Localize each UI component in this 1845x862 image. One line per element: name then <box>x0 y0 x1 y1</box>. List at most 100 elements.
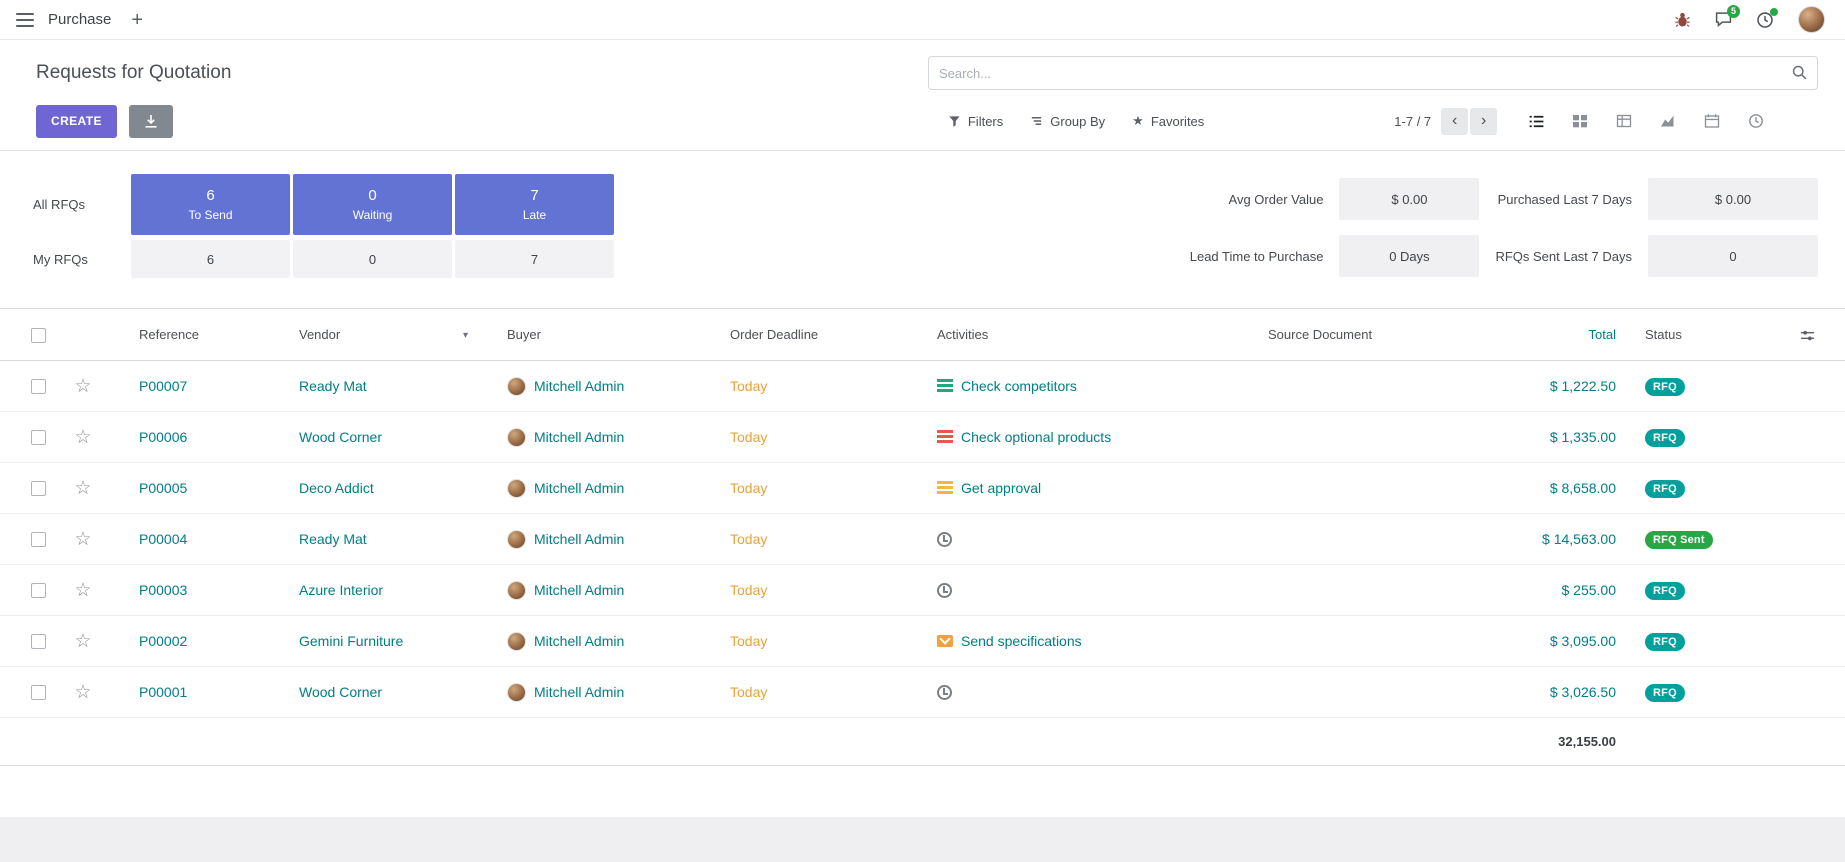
optional-columns-icon[interactable] <box>1800 326 1815 341</box>
activity-label[interactable]: Check competitors <box>961 378 1077 394</box>
graph-view-icon[interactable] <box>1653 106 1683 136</box>
buyer-link[interactable]: Mitchell Admin <box>534 582 624 598</box>
vendor-link[interactable]: Ready Mat <box>299 378 367 394</box>
row-checkbox[interactable] <box>31 634 46 649</box>
search-input[interactable] <box>928 56 1818 90</box>
activities-clock-icon[interactable] <box>1756 11 1774 29</box>
select-all-checkbox[interactable] <box>31 328 46 343</box>
reference-link[interactable]: P00006 <box>139 429 187 445</box>
pivot-view-icon[interactable] <box>1609 106 1639 136</box>
all-rfqs-filter[interactable]: All RFQs <box>33 174 128 235</box>
vendor-link[interactable]: Gemini Furniture <box>299 633 403 649</box>
vendor-link[interactable]: Deco Addict <box>299 480 374 496</box>
column-header-vendor[interactable]: Vendor ▾ <box>298 309 506 361</box>
pager-previous-button[interactable]: ‹ <box>1441 108 1468 135</box>
row-checkbox[interactable] <box>31 583 46 598</box>
buyer-link[interactable]: Mitchell Admin <box>534 684 624 700</box>
activity-label[interactable]: Send specifications <box>961 633 1082 649</box>
reference-link[interactable]: P00003 <box>139 582 187 598</box>
kanban-view-icon[interactable] <box>1565 106 1595 136</box>
reference-link[interactable]: P00002 <box>139 633 187 649</box>
row-checkbox[interactable] <box>31 481 46 496</box>
column-header-reference[interactable]: Reference <box>106 309 298 361</box>
table-row[interactable]: ☆ P00006 Wood Corner Mitchell Admin Toda… <box>0 412 1845 463</box>
row-checkbox[interactable] <box>31 685 46 700</box>
activity-icon[interactable] <box>937 379 953 392</box>
activity-icon[interactable] <box>937 635 953 647</box>
column-header-status[interactable]: Status <box>1628 309 1770 361</box>
dashboard-clock-view-icon[interactable] <box>1741 106 1771 136</box>
favorite-star-icon[interactable]: ☆ <box>74 529 91 550</box>
app-name[interactable]: Purchase <box>48 11 111 28</box>
table-row[interactable]: ☆ P00005 Deco Addict Mitchell Admin Toda… <box>0 463 1845 514</box>
list-view-icon[interactable] <box>1521 106 1551 136</box>
debug-bug-icon[interactable] <box>1674 11 1691 28</box>
filters-button[interactable]: Filters <box>948 114 1003 129</box>
plus-icon[interactable]: + <box>131 10 143 30</box>
column-header-source-document[interactable]: Source Document <box>1267 309 1483 361</box>
favorite-star-icon[interactable]: ☆ <box>74 580 91 601</box>
reference-link[interactable]: P00005 <box>139 480 187 496</box>
table-row[interactable]: ☆ P00001 Wood Corner Mitchell Admin Toda… <box>0 667 1845 718</box>
apps-menu-icon[interactable] <box>16 13 34 27</box>
buyer-link[interactable]: Mitchell Admin <box>534 633 624 649</box>
favorite-star-icon[interactable]: ☆ <box>74 631 91 652</box>
reference-link[interactable]: P00007 <box>139 378 187 394</box>
search-icon[interactable] <box>1791 64 1808 81</box>
table-row[interactable]: ☆ P00004 Ready Mat Mitchell Admin Today … <box>0 514 1845 565</box>
favorite-star-icon[interactable]: ☆ <box>74 478 91 499</box>
buyer-link[interactable]: Mitchell Admin <box>534 531 624 547</box>
avg-order-value[interactable]: $ 0.00 <box>1339 178 1479 220</box>
tile-late[interactable]: 7 Late <box>455 174 614 235</box>
messages-icon[interactable]: 5 <box>1715 11 1732 28</box>
my-to-send-count[interactable]: 6 <box>131 240 290 278</box>
column-header-activities[interactable]: Activities <box>936 309 1267 361</box>
table-row[interactable]: ☆ P00007 Ready Mat Mitchell Admin Today … <box>0 361 1845 412</box>
create-button[interactable]: CREATE <box>36 105 117 138</box>
activity-icon[interactable] <box>937 532 952 547</box>
export-button[interactable] <box>129 105 173 138</box>
group-by-button[interactable]: Group By <box>1030 114 1105 129</box>
table-row[interactable]: ☆ P00002 Gemini Furniture Mitchell Admin… <box>0 616 1845 667</box>
activity-icon[interactable] <box>937 430 953 443</box>
sort-chevron-down-icon: ▾ <box>463 330 468 341</box>
favorite-star-icon[interactable]: ☆ <box>74 427 91 448</box>
favorite-star-icon[interactable]: ☆ <box>74 376 91 397</box>
lead-time-value[interactable]: 0 Days <box>1339 235 1479 277</box>
row-checkbox[interactable] <box>31 379 46 394</box>
reference-link[interactable]: P00004 <box>139 531 187 547</box>
rfqs-sent-last-7-days[interactable]: 0 <box>1648 235 1818 277</box>
tile-waiting[interactable]: 0 Waiting <box>293 174 452 235</box>
column-header-total[interactable]: Total <box>1483 309 1628 361</box>
favorites-button[interactable]: ★ Favorites <box>1132 113 1204 129</box>
reference-link[interactable]: P00001 <box>139 684 187 700</box>
table-row[interactable]: ☆ P00003 Azure Interior Mitchell Admin T… <box>0 565 1845 616</box>
activity-icon[interactable] <box>937 583 952 598</box>
vendor-link[interactable]: Azure Interior <box>299 582 383 598</box>
column-header-order-deadline[interactable]: Order Deadline <box>729 309 936 361</box>
buyer-link[interactable]: Mitchell Admin <box>534 480 624 496</box>
source-document <box>1267 565 1483 616</box>
tile-to-send[interactable]: 6 To Send <box>131 174 290 235</box>
pager-next-button[interactable]: › <box>1470 108 1497 135</box>
column-header-buyer[interactable]: Buyer <box>506 309 729 361</box>
purchased-last-7-days[interactable]: $ 0.00 <box>1648 178 1818 220</box>
activity-label[interactable]: Check optional products <box>961 429 1111 445</box>
my-rfqs-filter[interactable]: My RFQs <box>33 240 128 278</box>
calendar-view-icon[interactable] <box>1697 106 1727 136</box>
total-amount: $ 1,335.00 <box>1483 412 1628 463</box>
user-avatar[interactable] <box>1798 6 1825 33</box>
my-waiting-count[interactable]: 0 <box>293 240 452 278</box>
activity-icon[interactable] <box>937 481 953 494</box>
my-late-count[interactable]: 7 <box>455 240 614 278</box>
buyer-link[interactable]: Mitchell Admin <box>534 378 624 394</box>
row-checkbox[interactable] <box>31 532 46 547</box>
vendor-link[interactable]: Ready Mat <box>299 531 367 547</box>
vendor-link[interactable]: Wood Corner <box>299 684 382 700</box>
activity-label[interactable]: Get approval <box>961 480 1041 496</box>
activity-icon[interactable] <box>937 685 952 700</box>
favorite-star-icon[interactable]: ☆ <box>74 682 91 703</box>
vendor-link[interactable]: Wood Corner <box>299 429 382 445</box>
row-checkbox[interactable] <box>31 430 46 445</box>
buyer-link[interactable]: Mitchell Admin <box>534 429 624 445</box>
